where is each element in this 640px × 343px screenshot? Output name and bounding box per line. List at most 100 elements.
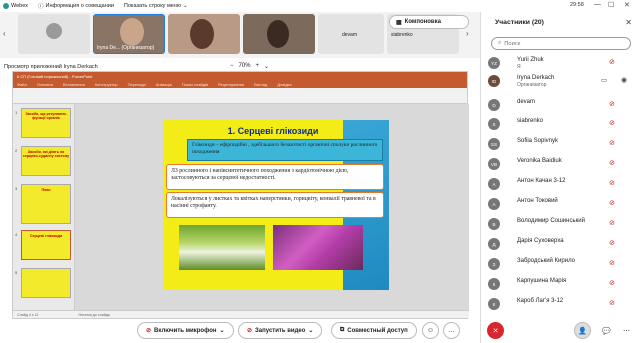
participant-row[interactable]: Д Дарія Суховерха ⊘ [481,235,640,253]
share-screen-icon: ⧉ [340,327,345,333]
close-icon[interactable]: ✕ [625,18,632,27]
ppt-tab: Анімація [155,81,172,87]
ppt-ribbon-tabs: Файл Основна Вставлення Конструктор Пере… [13,80,467,88]
avatar: З [488,258,500,270]
ppt-tab: Показ слайдів [181,81,209,87]
strip-left-arrow-icon[interactable]: ‹ [3,29,6,38]
grid-icon: ▦ [396,19,402,26]
avatar: S [488,118,500,130]
close-window-icon[interactable]: ✕ [624,1,630,9]
participant-row[interactable]: A Антон Качан 3-12 ⊘ [481,175,640,193]
meeting-info-button[interactable]: ⓘ Информация о совещании [38,2,114,10]
share-button[interactable]: ⧉ Совместный доступ [331,322,417,339]
show-menu-bar-button[interactable]: Показать строку меню ⌄ [124,3,188,9]
participant-row[interactable]: К Карпушина Марія ⊘ [481,275,640,293]
more-panels-icon[interactable]: ⋯ [618,322,635,339]
participants-icon[interactable]: 👤 [574,322,591,339]
avatar: A [488,198,500,210]
avatar: YZ [488,57,500,69]
participant-row[interactable]: ID Iryna Derkach Организатор ▭ ◉ [481,72,640,90]
leave-meeting-button[interactable]: ✕ [487,322,504,339]
layout-button[interactable]: ▦ Компоновка [389,15,469,29]
slide-text-box: Локалізуються у листках та квітках напер… [166,192,384,218]
chat-icon[interactable]: 💬 [598,322,615,339]
search-icon: ⌕ [498,40,502,46]
avatar: VB [488,158,500,170]
video-tile-active-speaker[interactable]: Iryna De... (Организатор) [93,14,165,54]
participant-row[interactable]: VB Veronika Baidiuk ⊘ [481,155,640,173]
participants-search-input[interactable]: ⌕ Поиск [491,37,631,50]
ppt-tab: Основна [36,81,53,87]
slide-text-box: ЛЗ рослинного і напівсинтетичного походж… [166,164,384,190]
participant-row[interactable]: YZ Yurii Zhuk Я ⊘ [481,54,640,72]
webex-icon [3,3,9,9]
mic-muted-icon: ⊘ [609,200,615,207]
webex-logo[interactable]: Webex [3,3,28,9]
participants-panel: Участники (20) ✕ ⌕ Поиск YZ Yurii Zhuk Я… [480,12,640,343]
mic-muted-icon: ⊘ [609,220,615,227]
ppt-tab: Переходи [127,81,146,87]
ppt-tab: Вставлення [62,81,85,87]
maximize-icon[interactable]: ☐ [608,1,614,9]
slide-thumbnail-selected[interactable]: Серцеві глікозиди [21,230,71,260]
mic-muted-icon: ⊘ [609,280,615,287]
video-tile[interactable] [18,14,90,54]
participant-video [267,20,289,48]
video-tile[interactable] [168,14,240,54]
mic-muted-icon: ⊘ [609,240,615,247]
participant-video [190,19,214,49]
slide-thumbnail[interactable] [21,268,71,298]
slide-thumbnail[interactable]: Засоби, що регулюють функції органів [21,108,71,138]
zoom-in-icon[interactable]: + [256,63,260,70]
participant-row[interactable]: A Антон Токовий ⊘ [481,195,640,213]
video-tile[interactable]: devam [318,14,384,54]
mic-muted-icon: ⊘ [609,300,615,307]
participant-row[interactable]: SS Sofiia Sopivnyk ⊘ [481,135,640,153]
participant-row[interactable]: З Забродський Кирило ⊘ [481,255,640,273]
mic-muted-icon: ⊘ [609,101,615,108]
participant-row[interactable]: D devam ⊘ [481,96,640,114]
mic-muted-icon: ⊘ [609,120,615,127]
participant-row[interactable]: S siabrenko ⊘ [481,115,640,133]
camera-off-icon: ⊘ [247,328,253,334]
mic-muted-icon: ⊘ [609,160,615,167]
zoom-level: 70% [238,63,251,69]
ppt-tab: Конструктор [94,81,118,87]
top-bar: Webex ⓘ Информация о совещании Показать с… [0,0,480,12]
avatar: D [488,99,500,111]
ppt-tab: Рецензування [218,81,245,87]
foxglove-photo [273,225,363,270]
avatar: SS [488,138,500,150]
strip-right-arrow-icon[interactable]: › [466,29,469,38]
chevron-down-icon[interactable]: ⌄ [264,63,269,70]
meeting-timer: 29:58 [570,2,584,8]
video-tile[interactable] [243,14,315,54]
mic-muted-icon: ⊘ [609,140,615,147]
minimize-icon[interactable]: — [594,1,601,8]
avatar: В [488,218,500,230]
chevron-down-icon: ⌄ [219,328,225,334]
more-options-icon[interactable]: … [443,322,460,339]
unmute-button[interactable]: ⊘ Включить микрофон ⌄ [137,322,234,339]
zoom-out-icon[interactable]: − [230,63,234,70]
avatar: К [488,278,500,290]
start-video-button[interactable]: ⊘ Запустить видео ⌄ [238,322,323,339]
mic-muted-icon: ⊘ [609,59,615,66]
avatar: A [488,178,500,190]
slide-thumbnail[interactable]: Засоби, які діють на серцево-судинну сис… [21,146,71,176]
participant-row[interactable]: К Кароб Лаг'я 3-12 ⊘ [481,295,640,313]
avatar: Д [488,238,500,250]
avatar [46,23,62,39]
ppt-tab: Довідка [277,81,292,87]
slide-thumbnail[interactable]: План [21,184,71,224]
slide-thumbnails: 1 Засоби, що регулюють функції органів 2… [13,104,75,312]
participants-title: Участники (20) [495,19,544,26]
current-slide: 1. Серцеві глікозиди Глікозиди – ефірпод… [163,120,389,290]
info-icon: ⓘ [38,4,44,10]
participant-row[interactable]: В Володимир Сошинський ⊘ [481,215,640,233]
reactions-icon[interactable]: ☺ [422,322,439,339]
avatar: ID [488,75,500,87]
slide-definition-box: Глікозиди – ефірподібні , здебільшого бе… [187,139,383,161]
slide-editor: 1. Серцеві глікозиди Глікозиди – ефірпод… [75,104,469,312]
avatar: К [488,298,500,310]
